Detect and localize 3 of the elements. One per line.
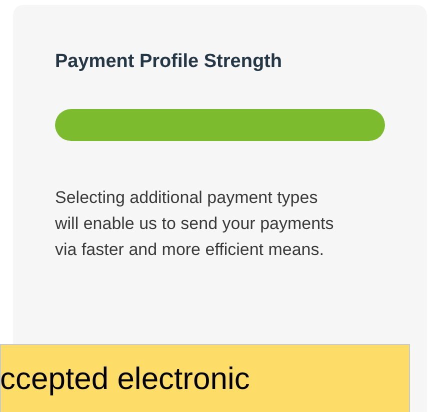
callout-text: ccepted electronic xyxy=(0,361,250,397)
card-title: Payment Profile Strength xyxy=(55,50,282,74)
description-text: Selecting additional payment types will enable us to send your payments via faster and more efficient means. xyxy=(55,187,335,261)
